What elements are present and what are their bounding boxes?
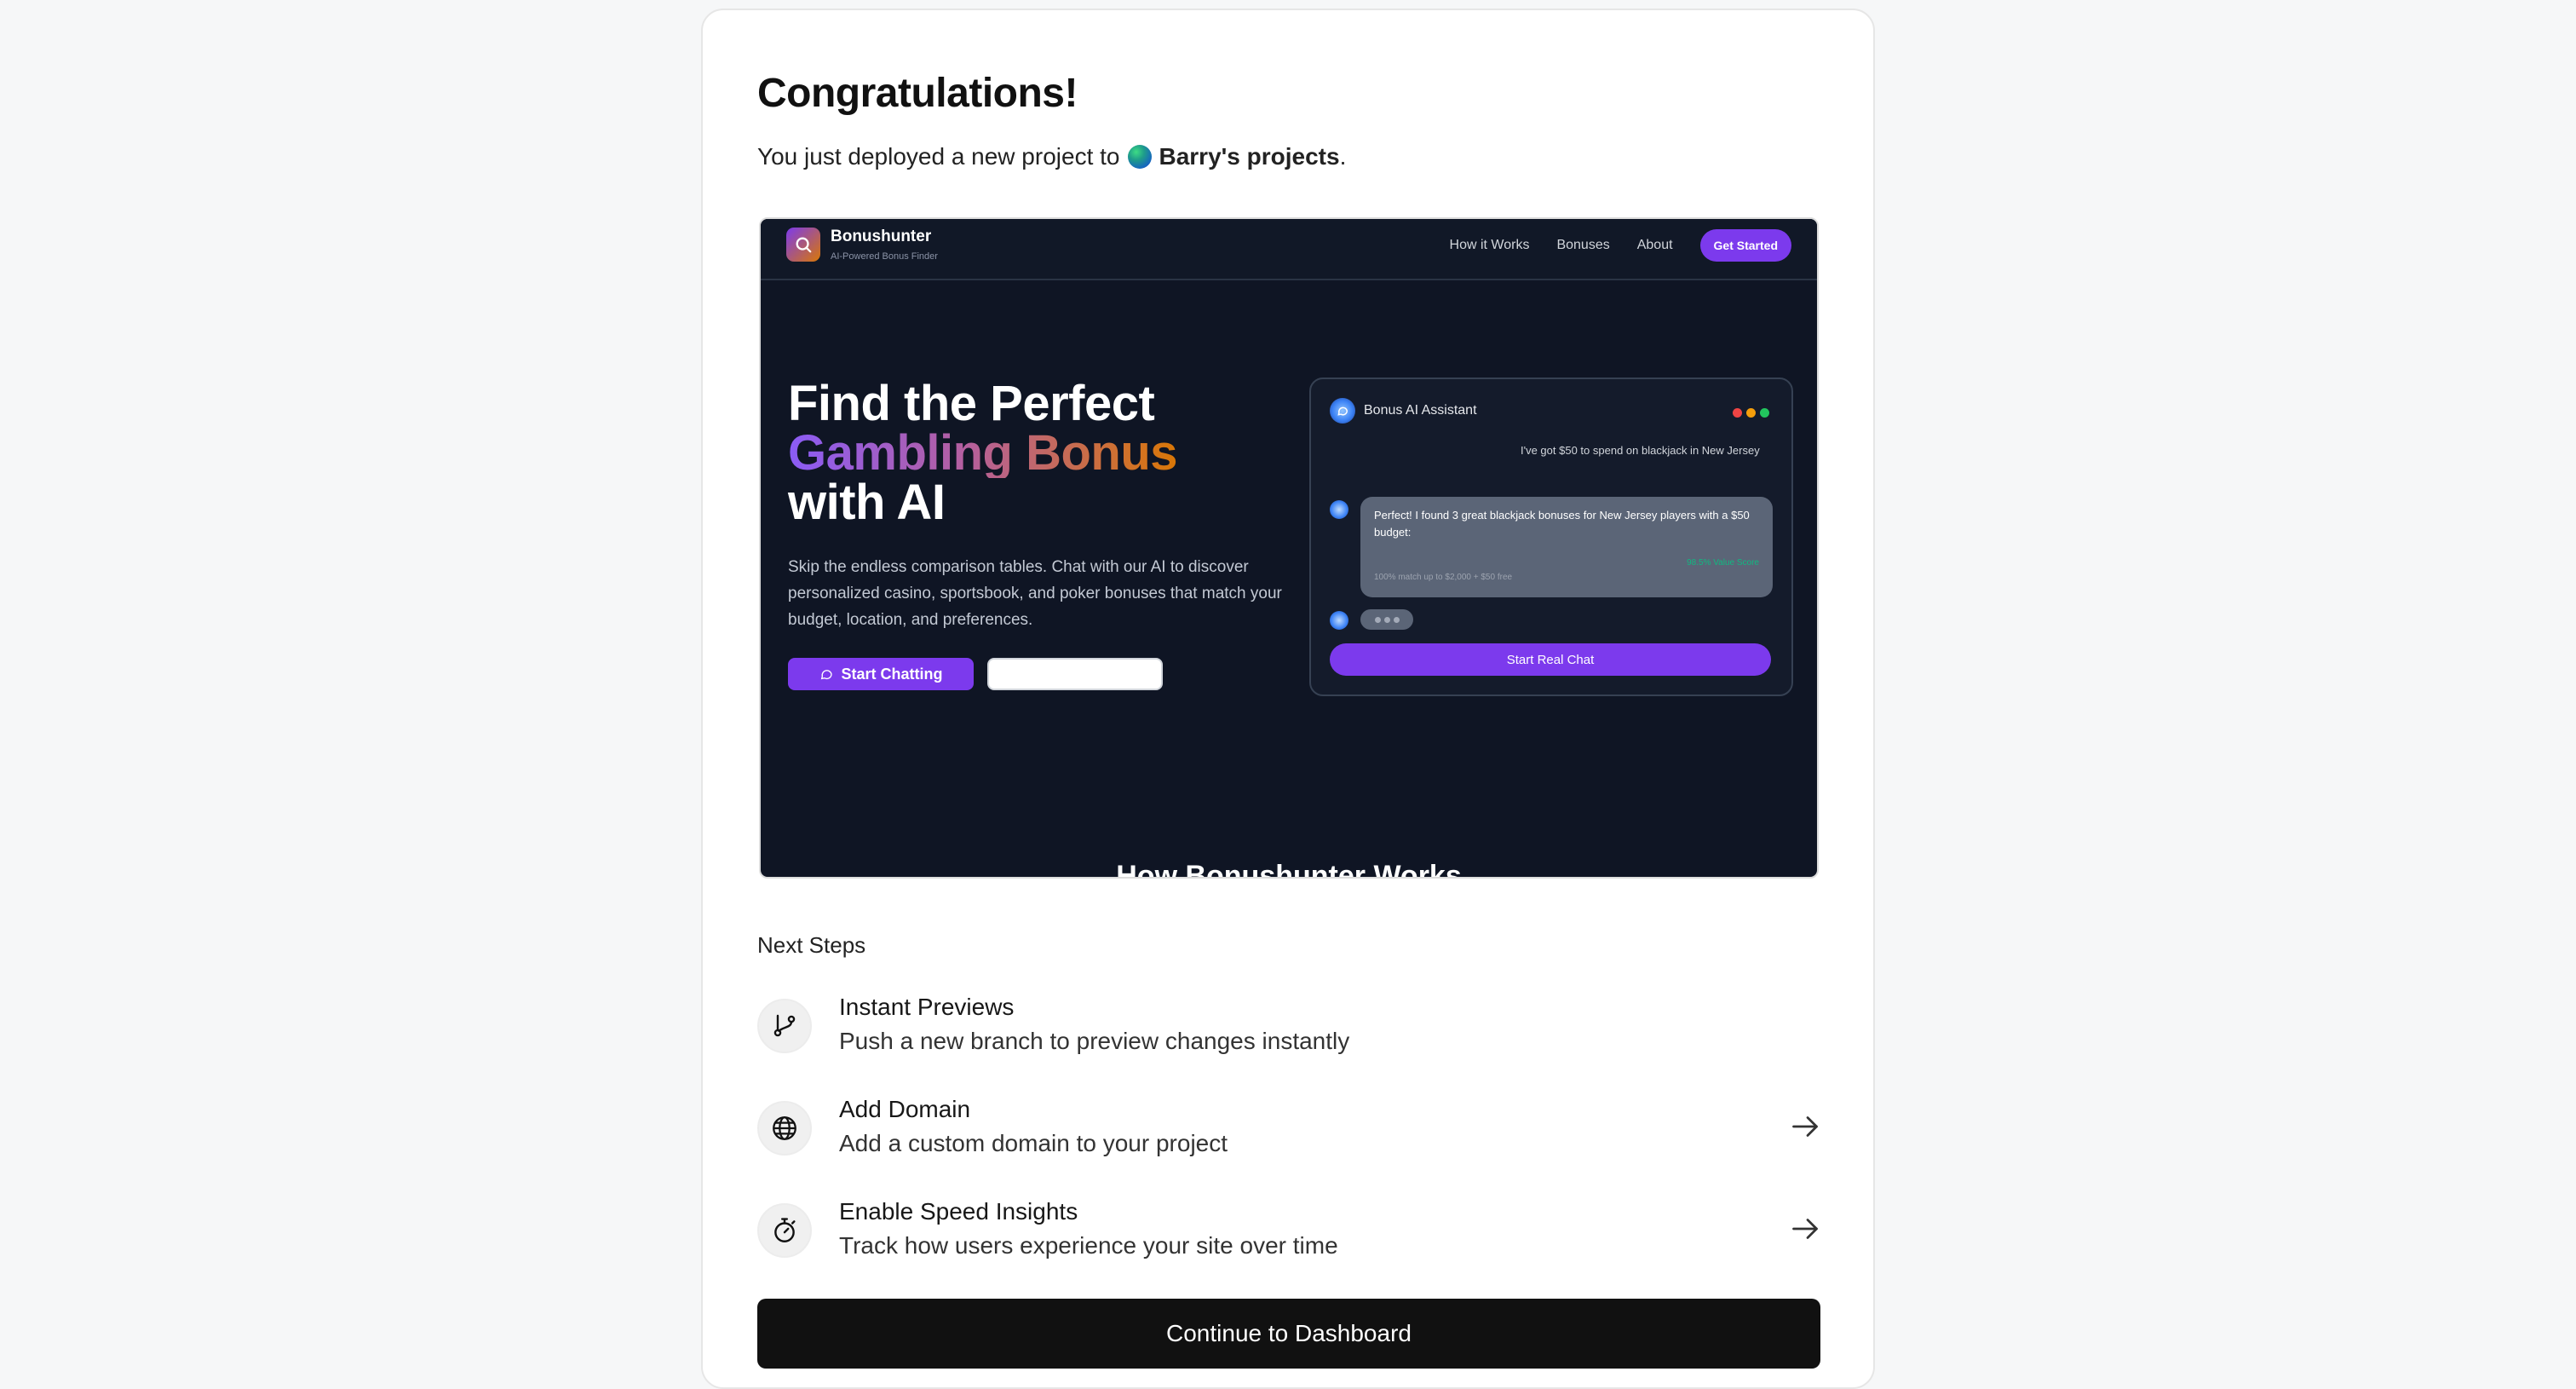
continue-to-dashboard-button[interactable]: Continue to Dashboard bbox=[757, 1299, 1820, 1369]
preview-chat-title: Bonus AI Assistant bbox=[1364, 403, 1477, 418]
preview-get-started-button: Get Started bbox=[1699, 229, 1791, 262]
search-icon bbox=[786, 228, 820, 262]
git-branch-icon bbox=[757, 999, 812, 1053]
step-description: Push a new branch to preview changes ins… bbox=[839, 1028, 1350, 1054]
preview-chat-widget: Bonus AI Assistant I've got $50 to spend… bbox=[1309, 378, 1793, 696]
preview-bot-message-text: Perfect! I found 3 great blackjack bonus… bbox=[1374, 509, 1750, 539]
preview-start-chatting-label: Start Chatting bbox=[841, 665, 943, 683]
preview-start-chatting-button: Start Chatting bbox=[788, 658, 974, 690]
preview-headline-line: Find the Perfect bbox=[788, 376, 1155, 431]
preview-bonus-score: 98.5% Value Score bbox=[1687, 558, 1759, 568]
next-step-add-domain[interactable]: Add Domain Add a custom domain to your p… bbox=[757, 1092, 1820, 1161]
page-title: Congratulations! bbox=[757, 71, 1078, 116]
step-title: Instant Previews bbox=[839, 994, 1015, 1020]
next-step-speed-insights[interactable]: Enable Speed Insights Track how users ex… bbox=[757, 1195, 1820, 1263]
team-name-link[interactable]: Barry's projects bbox=[1159, 143, 1339, 170]
stopwatch-icon bbox=[757, 1203, 812, 1258]
bot-avatar-icon bbox=[1330, 500, 1348, 519]
chat-bot-avatar-icon bbox=[1330, 398, 1355, 424]
preview-section-heading: How Bonushunter Works bbox=[1116, 860, 1462, 879]
step-description: Track how users experience your site ove… bbox=[839, 1232, 1338, 1259]
typing-indicator-icon bbox=[1360, 609, 1413, 630]
deployment-preview-screenshot[interactable]: Bonushunter AI-Powered Bonus Finder How … bbox=[759, 217, 1819, 879]
team-avatar bbox=[1128, 145, 1153, 169]
preview-brand: Bonushunter bbox=[831, 228, 932, 245]
bot-avatar-icon bbox=[1330, 611, 1348, 630]
deployment-success-card: Congratulations! You just deployed a new… bbox=[701, 9, 1875, 1389]
preview-navbar: Bonushunter AI-Powered Bonus Finder How … bbox=[761, 219, 1817, 280]
preview-bonus-detail: 100% match up to $2,000 + $50 free bbox=[1374, 573, 1513, 582]
globe-icon bbox=[757, 1101, 812, 1156]
step-title: Enable Speed Insights bbox=[839, 1198, 1078, 1225]
preview-nav-link: About bbox=[1636, 238, 1673, 252]
deploy-message: You just deployed a new project to Barry… bbox=[757, 143, 1346, 170]
deploy-message-prefix: You just deployed a new project to bbox=[757, 143, 1120, 170]
preview-start-real-chat-button: Start Real Chat bbox=[1330, 643, 1771, 676]
preview-headline-gradient: Gambling Bonus bbox=[788, 425, 1178, 481]
preview-nav-link: How it Works bbox=[1449, 238, 1530, 252]
preview-user-message: I've got $50 to spend on blackjack in Ne… bbox=[1521, 444, 1760, 457]
arrow-right-icon[interactable] bbox=[1790, 1213, 1820, 1244]
preview-secondary-button bbox=[987, 658, 1163, 690]
arrow-right-icon[interactable] bbox=[1790, 1111, 1820, 1142]
chat-bubble-icon bbox=[820, 670, 832, 680]
preview-headline-line: with AI bbox=[788, 475, 946, 530]
preview-nav-link: Bonuses bbox=[1556, 238, 1610, 252]
next-step-instant-previews: Instant Previews Push a new branch to pr… bbox=[757, 990, 1820, 1058]
preview-chat-header: Bonus AI Assistant bbox=[1330, 398, 1477, 424]
preview-body-text: Skip the endless comparison tables. Chat… bbox=[788, 558, 1282, 629]
step-title: Add Domain bbox=[839, 1096, 971, 1122]
preview-bonus-row: 98.5% Value Score bbox=[1374, 555, 1759, 572]
deploy-message-suffix: . bbox=[1339, 143, 1347, 170]
window-dots-icon bbox=[1733, 408, 1769, 418]
preview-nav-links: How it Works Bonuses About Get Started bbox=[1450, 229, 1791, 262]
preview-headline: Find the Perfect Gambling Bonus with AI bbox=[788, 376, 1178, 530]
step-description: Add a custom domain to your project bbox=[839, 1130, 1228, 1156]
preview-bot-message: Perfect! I found 3 great blackjack bonus… bbox=[1360, 497, 1773, 597]
preview-tagline: AI-Powered Bonus Finder bbox=[831, 251, 938, 262]
next-steps-heading: Next Steps bbox=[757, 932, 866, 958]
